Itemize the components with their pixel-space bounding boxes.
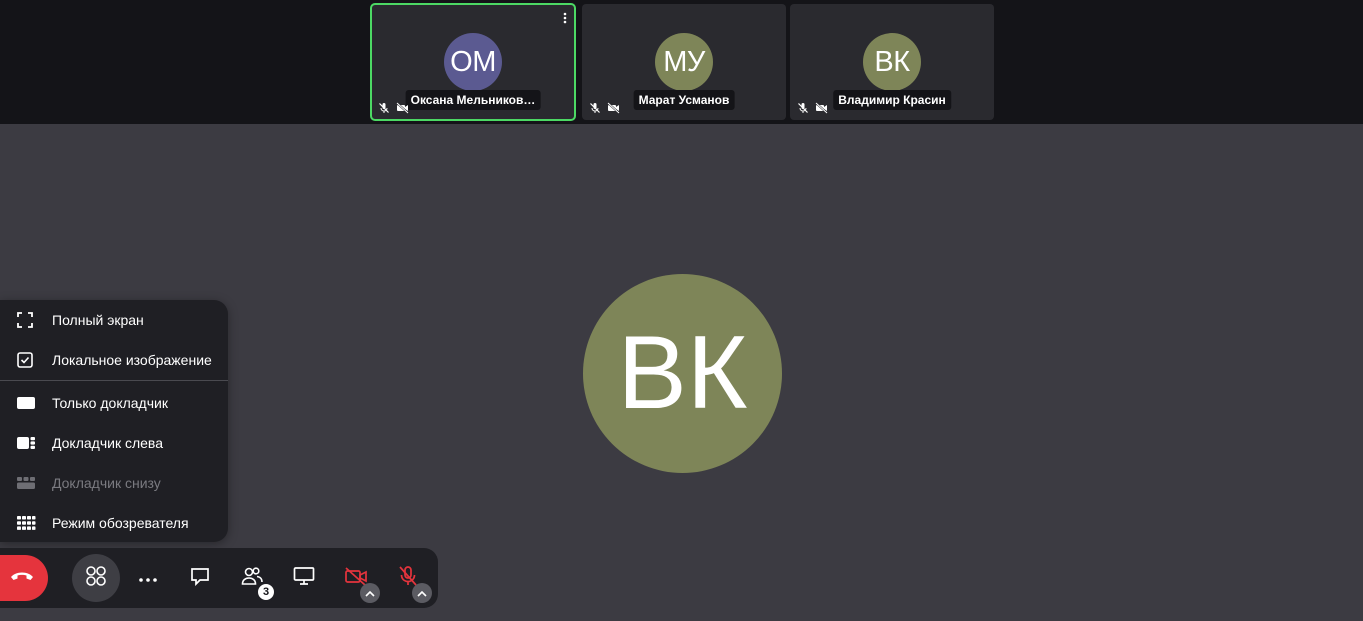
- participants-count-badge: 3: [256, 582, 276, 602]
- participant-name: Марат Усманов: [633, 90, 735, 110]
- participant-name: Оксана Мельников…: [405, 90, 541, 110]
- checkbox-checked-icon: [0, 351, 52, 369]
- monitor-icon: [293, 566, 315, 591]
- menu-item-speaker-only[interactable]: Только докладчик: [0, 383, 228, 423]
- menu-item-grid-view[interactable]: Режим обозревателя: [0, 503, 228, 543]
- camera-muted-icon: [396, 102, 409, 114]
- participant-tile-1[interactable]: ОМ Оксана Мельников…: [370, 3, 576, 121]
- chevron-up-icon: [417, 584, 427, 602]
- menu-item-label: Докладчик слева: [52, 435, 163, 451]
- menu-item-label: Полный экран: [52, 312, 144, 328]
- menu-item-label: Локальное изображение: [52, 352, 212, 368]
- participant-tile-3[interactable]: ВК Владимир Красин: [790, 4, 994, 120]
- participant-avatar: ОМ: [444, 33, 502, 91]
- participant-tile-2[interactable]: МУ Марат Усманов: [582, 4, 786, 120]
- layout-toggle-button[interactable]: [72, 554, 120, 602]
- hangup-phone-icon: [10, 569, 34, 587]
- hangup-button[interactable]: [0, 555, 48, 601]
- camera-options-button[interactable]: [360, 583, 380, 603]
- layout-tiles-icon: [84, 564, 108, 593]
- menu-item-label: Только докладчик: [52, 395, 168, 411]
- chat-button[interactable]: [176, 554, 224, 602]
- chat-icon: [190, 566, 210, 591]
- view-layout-menu: Полный экран Локальное изображение Тольк…: [0, 300, 228, 542]
- menu-item-fullscreen[interactable]: Полный экран: [0, 300, 228, 340]
- speaker-only-icon: [0, 395, 52, 411]
- participant-name: Владимир Красин: [833, 90, 951, 110]
- menu-item-label: Режим обозревателя: [52, 515, 189, 531]
- menu-item-speaker-left[interactable]: Докладчик слева: [0, 423, 228, 463]
- dominant-speaker-avatar: ВК: [583, 274, 782, 473]
- menu-item-speaker-bottom[interactable]: Докладчик снизу: [0, 463, 228, 503]
- screen-share-button[interactable]: [280, 554, 328, 602]
- mic-options-button[interactable]: [412, 583, 432, 603]
- more-options-button[interactable]: [124, 554, 172, 602]
- mic-muted-icon: [589, 102, 601, 114]
- kebab-menu-icon[interactable]: [563, 11, 567, 29]
- camera-muted-icon: [815, 102, 828, 114]
- speaker-bottom-icon: [0, 475, 52, 491]
- chevron-up-icon: [365, 584, 375, 602]
- speaker-left-icon: [0, 435, 52, 451]
- participant-avatar: ВК: [863, 33, 921, 91]
- menu-item-local-video[interactable]: Локальное изображение: [0, 340, 228, 380]
- menu-item-label: Докладчик снизу: [52, 475, 161, 491]
- mic-muted-icon: [797, 102, 809, 114]
- participant-avatar: МУ: [655, 33, 713, 91]
- participant-filmstrip: ОМ Оксана Мельников… МУ Марат Усманов ВК: [0, 0, 1363, 124]
- mic-muted-icon: [378, 102, 390, 114]
- camera-muted-icon: [607, 102, 620, 114]
- grid-view-icon: [0, 515, 52, 531]
- menu-divider: [0, 380, 228, 381]
- fullscreen-icon: [0, 311, 52, 329]
- more-dots-icon: [138, 569, 158, 587]
